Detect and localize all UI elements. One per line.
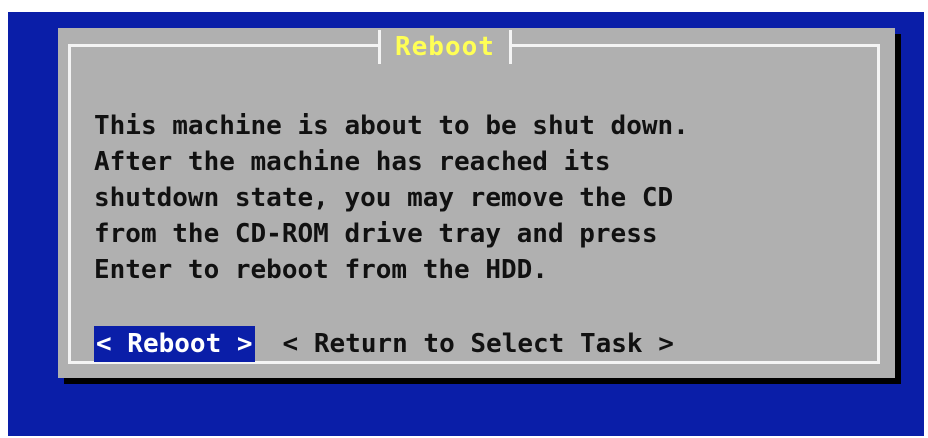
message-line: from the CD-ROM drive tray and press <box>94 219 658 249</box>
installer-screen: Reboot This machine is about to be shut … <box>8 12 924 436</box>
dialog-buttons: < Reboot > < Return to Select Task > <box>94 326 676 362</box>
message-line: After the machine has reached its <box>94 147 611 177</box>
reboot-dialog: Reboot This machine is about to be shut … <box>58 28 895 378</box>
message-line: Enter to reboot from the HDD. <box>94 255 548 285</box>
dialog-message: This machine is about to be shut down. A… <box>94 108 874 288</box>
dialog-title-container: Reboot <box>378 30 512 64</box>
return-to-select-task-button[interactable]: < Return to Select Task > <box>281 326 676 362</box>
message-line: This machine is about to be shut down. <box>94 111 689 141</box>
reboot-button[interactable]: < Reboot > <box>94 326 255 362</box>
message-line: shutdown state, you may remove the CD <box>94 183 674 213</box>
dialog-title: Reboot <box>395 32 495 62</box>
